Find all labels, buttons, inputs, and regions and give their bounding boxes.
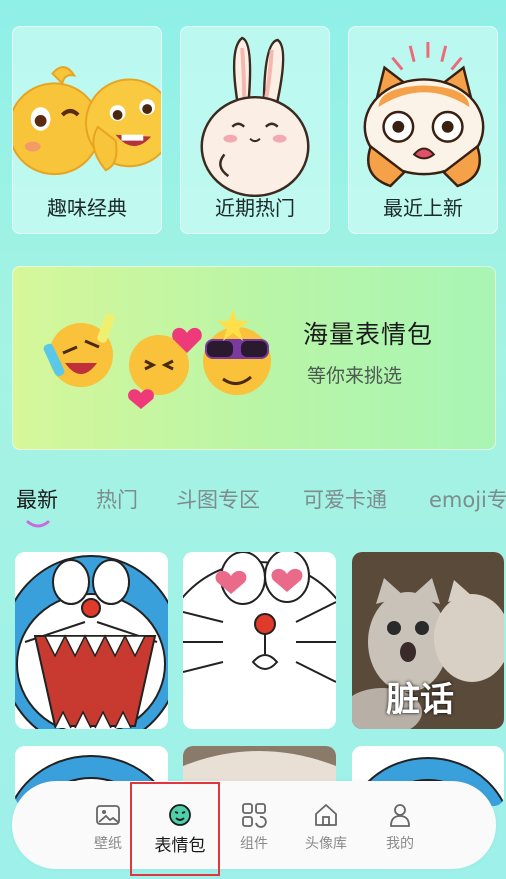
home-icon: [315, 804, 337, 826]
nav-item-profile[interactable]: 我的: [370, 801, 430, 853]
category-card-classic[interactable]: 趣味经典: [12, 26, 162, 234]
emoji-face-icon: [169, 804, 191, 826]
bunny-sticker-icon: [200, 36, 310, 197]
nav-item-avatars[interactable]: 头像库: [296, 801, 356, 853]
bottom-navigation: 壁纸 表情包 组件 头像库 我的: [12, 781, 496, 869]
tab-cute-cartoon[interactable]: 可爱卡通: [303, 484, 387, 514]
category-card-trending[interactable]: 近期热门: [180, 26, 330, 234]
sticker-item[interactable]: [183, 552, 336, 729]
nav-item-widgets[interactable]: 组件: [224, 801, 284, 853]
sticker-caption: 脏话: [386, 680, 454, 720]
tab-hot[interactable]: 热门: [96, 484, 138, 514]
nav-label: 我的: [386, 836, 414, 852]
category-card-new[interactable]: 最近上新: [348, 26, 498, 234]
category-label: 最近上新: [383, 196, 463, 220]
person-icon: [390, 804, 410, 827]
nav-label: 头像库: [305, 836, 347, 852]
emoji-group-icon: [43, 309, 271, 409]
sticker-item[interactable]: [15, 552, 168, 729]
nav-item-wallpaper[interactable]: 壁纸: [78, 801, 138, 853]
laughing-emoji-pair-icon: [13, 66, 161, 176]
banner-subtitle: 等你来挑选: [307, 365, 403, 387]
sticker-item[interactable]: 脏话: [352, 552, 504, 729]
banner-title: 海量表情包: [303, 320, 434, 349]
surprised-cat-sticker-icon: [363, 41, 485, 188]
tab-emoji[interactable]: emoji专: [429, 484, 506, 514]
tab-latest[interactable]: 最新: [16, 484, 58, 514]
nav-item-stickers[interactable]: 表情包: [150, 801, 210, 856]
doraemon-heart-eyes-sticker-icon: [183, 552, 336, 729]
widgets-icon: [242, 803, 267, 828]
nav-label: 壁纸: [94, 836, 122, 852]
doraemon-shouting-sticker-icon: [15, 552, 168, 729]
tab-meme-battle[interactable]: 斗图专区: [176, 484, 260, 514]
promo-banner[interactable]: 海量表情包 等你来挑选: [12, 266, 496, 450]
active-tab-indicator: [26, 520, 50, 528]
nav-label: 组件: [240, 836, 268, 852]
category-label: 近期热门: [215, 196, 295, 220]
image-icon: [96, 805, 120, 825]
category-label: 趣味经典: [47, 196, 127, 220]
nav-label: 表情包: [154, 836, 206, 856]
category-tabs: 最新 热门 斗图专区 可爱卡通 emoji专: [0, 484, 506, 524]
